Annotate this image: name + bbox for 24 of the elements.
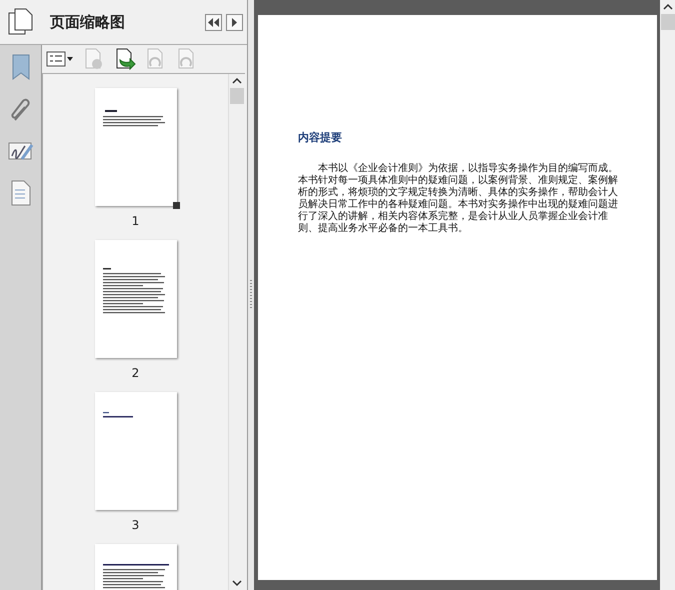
page-text-drawing — [102, 110, 164, 126]
scrollbar-thumb[interactable] — [230, 88, 244, 104]
page-number: 1 — [132, 214, 140, 228]
page-number: 2 — [132, 366, 140, 380]
page-thumbnail[interactable] — [94, 240, 176, 358]
double-left-arrow-icon — [208, 18, 219, 26]
document-paragraph: 本书以《企业会计准则》为依据，以指导实务操作为目的编写而成。本书针对每一项具体准则中的疑难问题，以案例背景、准则规定、案例解析的形式，将烦琐的文字规定转换为清晰、具体的实务操作，帮助会计人员解决日常工作中的各种疑难问题。本书对实务操作中出现的疑难问题进行了深入的讲解，相关内容体系完整，是会计从业人员掌握企业会计准则、提高业务水平必备的一本工具书。 — [298, 163, 619, 235]
signature-icon[interactable] — [8, 141, 34, 163]
collapse-button[interactable] — [205, 14, 222, 30]
page-text-drawing — [102, 412, 132, 418]
document-icon[interactable] — [10, 180, 30, 206]
next-button[interactable] — [226, 14, 243, 30]
options-menu-icon[interactable] — [46, 51, 74, 67]
insert-page-icon[interactable] — [114, 48, 136, 70]
document-heading: 内容提要 — [298, 130, 343, 145]
page-text-drawing — [102, 268, 164, 314]
page-number: 3 — [132, 518, 140, 532]
page-thumbnail[interactable] — [94, 392, 176, 510]
page-text-drawing — [102, 564, 168, 588]
panel-title: 页面缩略图 — [50, 12, 126, 32]
right-arrow-icon — [231, 18, 238, 26]
scrollbar-thumb[interactable] — [660, 14, 674, 30]
pages-icon[interactable] — [8, 8, 34, 36]
selection-handle[interactable] — [172, 202, 180, 209]
